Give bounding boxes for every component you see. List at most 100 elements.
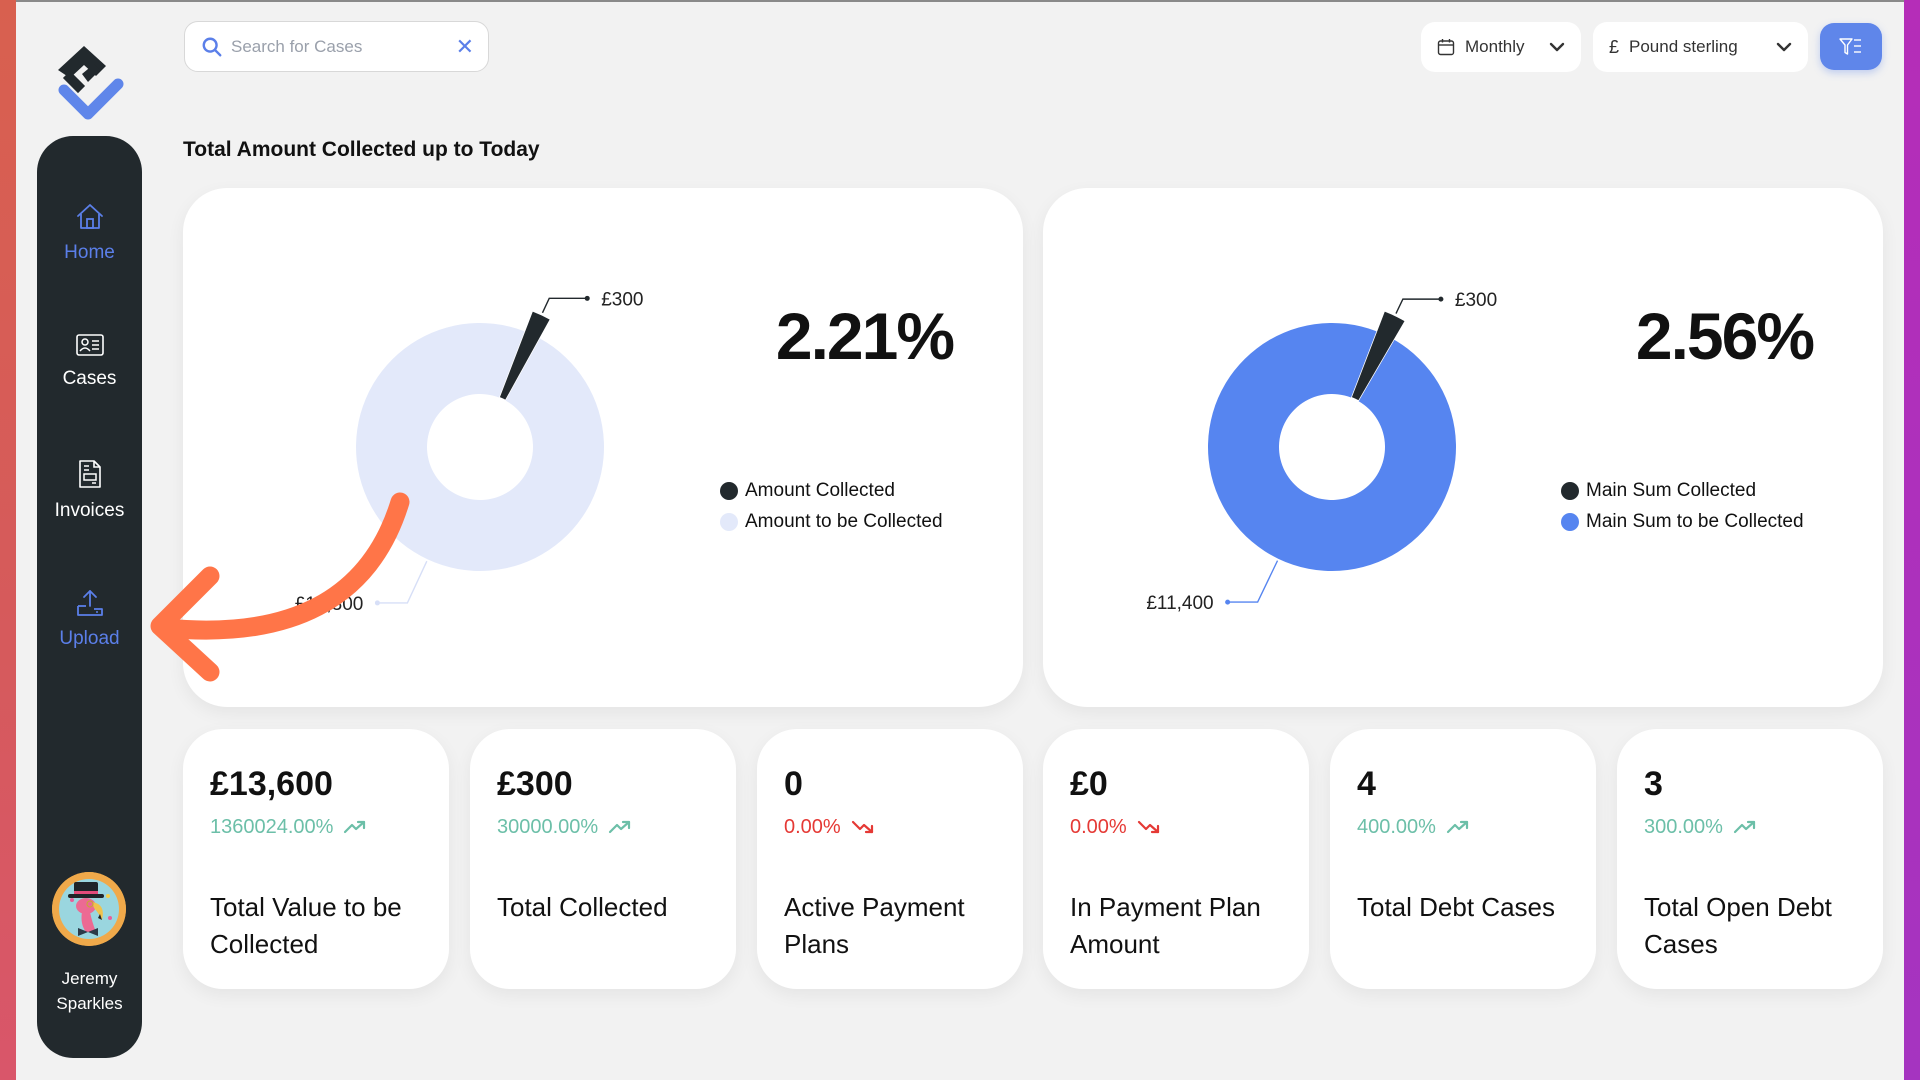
legend-dot-to-collect — [720, 513, 738, 531]
stat-card-active-payment-plans[interactable]: 0 0.00% Active Payment Plans — [757, 729, 1023, 989]
donut-slice-to-collect[interactable] — [1208, 323, 1456, 571]
leader-dot — [1438, 296, 1444, 302]
donut-slice-to-collect[interactable] — [355, 323, 604, 571]
slice-value-label: £13,300 — [295, 594, 364, 615]
period-selected: Monthly — [1465, 37, 1525, 56]
legend-dot-collected — [1561, 482, 1579, 500]
amount-collected-chart-card: £300 £13,300 2.21% Amount Collected Amoun… — [183, 188, 1023, 707]
currency-dropdown[interactable]: £ Pound sterling — [1593, 22, 1808, 72]
slice-value-label: £300 — [601, 289, 643, 310]
stat-change: 300.00% — [1644, 815, 1857, 839]
sidebar-item-home[interactable]: Home — [37, 202, 142, 264]
legend-item[interactable]: Main Sum to be Collected — [1561, 511, 1804, 533]
stat-value: 0 — [784, 765, 803, 803]
leader-dot — [1225, 599, 1231, 605]
legend-label: Main Sum to be Collected — [1586, 511, 1804, 532]
main-sum-percentage: 2.56% — [1635, 299, 1815, 373]
trend-down-icon — [1137, 820, 1159, 834]
stat-change: 1360024.00% — [210, 815, 423, 839]
sidebar-item-invoices[interactable]: Invoices — [37, 458, 142, 522]
legend-item[interactable]: Amount Collected — [720, 480, 943, 502]
slice-value-label: £300 — [1455, 290, 1497, 311]
legend-label: Amount to be Collected — [745, 511, 943, 532]
leader-line — [1227, 560, 1279, 603]
stat-label: Total Debt Cases — [1357, 892, 1555, 922]
stat-change: 0.00% — [784, 815, 997, 839]
trend-up-icon — [609, 820, 631, 834]
chart-legend: Amount Collected Amount to be Collected — [720, 480, 943, 542]
pound-sign-icon: £ — [1609, 36, 1620, 57]
stat-change-value: 0.00% — [1070, 815, 1127, 838]
legend-dot-collected — [720, 482, 738, 500]
sidebar-item-label: Upload — [59, 628, 120, 649]
stat-value: £300 — [497, 765, 573, 803]
stat-label: Active Payment Plans — [784, 892, 965, 959]
leader-dot — [584, 295, 590, 301]
legend-item[interactable]: Main Sum Collected — [1561, 480, 1804, 502]
leader-dot — [374, 600, 380, 606]
filter-list-icon — [1839, 37, 1861, 55]
stat-change-value: 30000.00% — [497, 815, 599, 838]
chevron-down-icon — [1549, 42, 1565, 52]
app-logo[interactable] — [48, 40, 132, 124]
user-name[interactable]: Jeremy Sparkles — [37, 966, 142, 1016]
legend-label: Main Sum Collected — [1586, 480, 1757, 501]
stat-card-open-debt-cases[interactable]: 3 300.00% Total Open Debt Cases — [1617, 729, 1883, 989]
sidebar: Home Cases Invoices Upload Jeremy Sparkl… — [37, 136, 142, 1058]
stat-change: 30000.00% — [497, 815, 710, 839]
trend-up-icon — [1446, 820, 1469, 834]
stat-card-total-value[interactable]: £13,600 1360024.00% Total Value to be Co… — [183, 729, 449, 989]
period-dropdown[interactable]: Monthly — [1421, 22, 1581, 72]
legend-item[interactable]: Amount to be Collected — [720, 511, 943, 533]
invoice-icon — [78, 460, 101, 488]
stat-value: 3 — [1644, 765, 1663, 803]
leader-line — [377, 560, 428, 604]
trend-up-icon — [1733, 820, 1756, 834]
stat-change-value: 1360024.00% — [210, 815, 334, 838]
legend-dot-to-collect — [1561, 513, 1579, 531]
calendar-icon — [1437, 39, 1455, 56]
sidebar-item-label: Invoices — [54, 500, 125, 521]
right-edge-gradient — [1904, 0, 1920, 1080]
filter-button[interactable] — [1820, 23, 1882, 70]
stat-change: 0.00% — [1070, 815, 1283, 839]
main-sum-chart-card: £300 £11,400 2.56% Main Sum Collected Mai… — [1043, 188, 1883, 707]
chevron-down-icon — [1776, 42, 1792, 52]
top-border — [16, 0, 1904, 2]
currency-selected: Pound sterling — [1629, 37, 1738, 56]
avatar[interactable] — [52, 872, 126, 946]
stat-value: 4 — [1357, 765, 1376, 803]
stat-change-value: 0.00% — [784, 815, 841, 838]
home-icon — [76, 204, 103, 229]
stat-label: In Payment Plan Amount — [1070, 892, 1261, 959]
stat-card-payment-plan-amount[interactable]: £0 0.00% In Payment Plan Amount — [1043, 729, 1309, 989]
donut-chart-amount: £300 £13,300 — [295, 289, 644, 615]
stat-change: 400.00% — [1357, 815, 1570, 839]
stat-label: Total Value to be Collected — [210, 892, 402, 959]
stat-label: Total Open Debt Cases — [1644, 892, 1832, 959]
legend-label: Amount Collected — [745, 480, 895, 501]
sidebar-item-label: Home — [64, 242, 115, 263]
leader-line — [1395, 298, 1441, 314]
close-icon[interactable]: ✕ — [456, 35, 474, 58]
leader-line — [541, 297, 588, 314]
collected-percentage: 2.21% — [775, 299, 955, 373]
search-bar[interactable]: ✕ — [184, 21, 489, 72]
search-input[interactable] — [231, 36, 456, 57]
trend-down-icon — [851, 820, 873, 834]
stat-card-total-collected[interactable]: £300 30000.00% Total Collected — [470, 729, 736, 989]
stat-change-value: 300.00% — [1644, 815, 1723, 838]
stat-value: £13,600 — [210, 765, 333, 803]
stat-change-value: 400.00% — [1357, 815, 1436, 838]
trend-up-icon — [344, 820, 366, 834]
section-title: Total Amount Collected up to Today — [183, 138, 540, 161]
donut-chart-main-sum: £300 £11,400 — [1146, 290, 1497, 614]
user-last-name: Sparkles — [56, 994, 123, 1013]
user-first-name: Jeremy — [61, 969, 118, 988]
sidebar-item-upload[interactable]: Upload — [37, 588, 142, 650]
stat-label: Total Collected — [497, 892, 668, 922]
left-edge-gradient — [0, 0, 16, 1080]
sidebar-item-label: Cases — [62, 368, 117, 389]
stat-card-total-debt-cases[interactable]: 4 400.00% Total Debt Cases — [1330, 729, 1596, 989]
sidebar-item-cases[interactable]: Cases — [37, 332, 142, 390]
